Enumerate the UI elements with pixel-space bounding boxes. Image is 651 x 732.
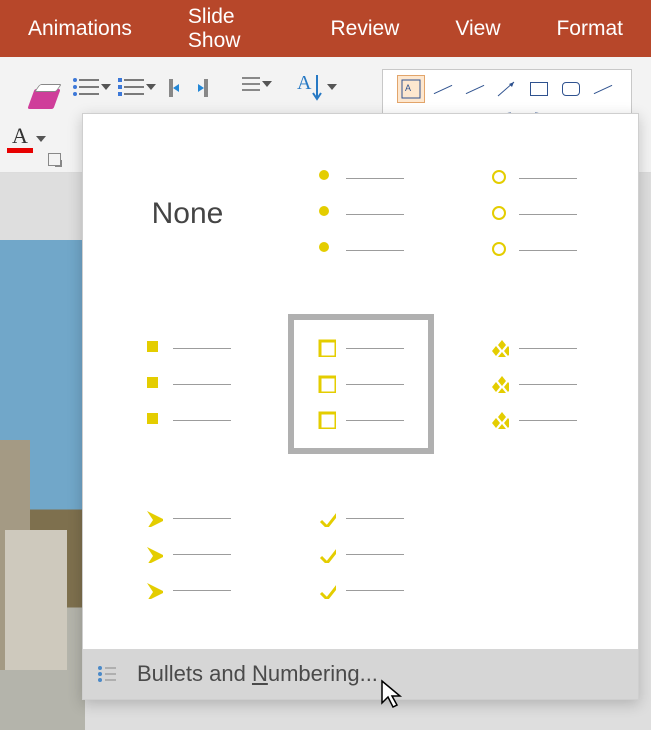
disc-icon [318,169,336,187]
font-color-bar [7,148,33,153]
numbering-button[interactable] [124,77,156,97]
font-color-button[interactable]: A [6,121,46,156]
bullet-ring[interactable] [461,144,607,284]
increase-indent-icon [204,79,224,97]
shape-line[interactable] [429,75,457,103]
list-icon [97,664,117,684]
bullets-button[interactable] [79,77,111,97]
slide-image [0,240,85,730]
chevron-down-icon [101,84,111,90]
chevron-down-icon [36,136,46,142]
bullet-none[interactable]: None [115,144,261,284]
chevron-down-icon [262,81,272,87]
bullets-and-numbering-menu-item[interactable]: Bullets and Numbering... [83,649,638,699]
bullet-arrowhead[interactable] [115,484,261,624]
bullet-diamond-cluster[interactable] [461,314,607,454]
line-spacing-button[interactable] [242,75,272,93]
check-icon [318,509,336,527]
chevron-down-icon [327,84,337,90]
numbering-icon [124,77,144,97]
shape-line[interactable] [589,75,617,103]
decrease-indent-button[interactable] [169,79,189,97]
tab-animations[interactable]: Animations [0,17,160,41]
bullets-gallery: None [82,113,639,700]
bullet-square-fill[interactable] [115,314,261,454]
shape-rect[interactable] [525,75,553,103]
square-hollow-icon [318,339,336,357]
bullet-disc[interactable] [288,144,434,284]
diamond-cluster-icon [491,339,509,357]
font-color-glyph: A [12,125,28,147]
tab-format[interactable]: Format [528,17,651,41]
font-dialog-launcher[interactable] [48,153,61,166]
increase-indent-button[interactable] [204,79,224,97]
shape-line[interactable] [461,75,489,103]
shape-arrow[interactable] [493,75,521,103]
tab-view[interactable]: View [427,17,528,41]
chevron-down-icon [146,84,156,90]
line-spacing-icon [242,75,260,93]
bullets-icon [79,77,99,97]
bullet-check[interactable] [288,484,434,624]
ribbon-tabs: Animations Slide Show Review View Format [0,0,651,57]
svg-text:A: A [297,72,312,94]
font-color-icon: A [6,125,34,153]
svg-text:A: A [405,83,411,93]
text-direction-button[interactable]: A [295,69,337,105]
decrease-indent-icon [169,79,189,97]
square-fill-icon [145,339,163,357]
arrowhead-icon [145,509,163,527]
bullet-square-hollow[interactable] [288,314,434,454]
clear-formatting-button[interactable] [26,83,62,115]
tab-slide-show[interactable]: Slide Show [160,5,303,53]
shape-textbox[interactable]: A [397,75,425,103]
shape-rrect[interactable] [557,75,585,103]
slide-canvas: None [0,173,651,730]
footer-label: Bullets and Numbering... [137,661,378,687]
tab-review[interactable]: Review [302,17,427,41]
eraser-icon [27,89,60,109]
ring-icon [491,169,509,187]
text-direction-icon: A [295,69,325,105]
launcher-icon [48,153,61,166]
